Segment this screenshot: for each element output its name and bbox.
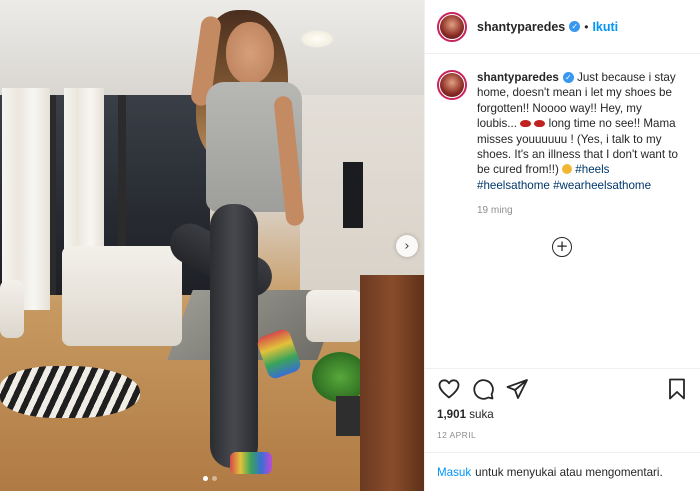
- caption: shantyparedes ✓ Just because i stay home,…: [425, 54, 700, 219]
- likes-summary[interactable]: 1,901 suka: [437, 408, 494, 421]
- instagram-post: › shantyparedes ✓ • Ikuti shantyparedes ✓…: [0, 0, 700, 491]
- avatar[interactable]: [437, 70, 467, 100]
- carousel-next-button[interactable]: ›: [396, 235, 418, 257]
- login-link[interactable]: Masuk: [437, 466, 471, 479]
- bookmark-icon[interactable]: [665, 377, 689, 401]
- header-separator: •: [584, 19, 589, 34]
- photo-sofa: [306, 290, 362, 342]
- hashtag-link[interactable]: #heelsathome: [477, 179, 550, 192]
- lips-icon: [520, 120, 532, 128]
- grinning-face-icon: [562, 164, 573, 175]
- photo-curtain: [2, 88, 50, 310]
- chevron-right-icon: ›: [404, 238, 410, 254]
- photo-cabinet: [360, 275, 424, 491]
- likes-count: 1,901: [437, 408, 467, 421]
- photo-sofa: [62, 246, 182, 346]
- avatar[interactable]: [437, 11, 467, 42]
- post-side-panel: shantyparedes ✓ • Ikuti shantyparedes ✓ J…: [424, 0, 700, 491]
- caption-time: 19 ming: [477, 205, 513, 217]
- header-username[interactable]: shantyparedes: [477, 20, 565, 34]
- follow-button[interactable]: Ikuti: [592, 20, 618, 34]
- post-photo[interactable]: ›: [0, 0, 424, 491]
- photo-person-face: [226, 22, 274, 84]
- post-date[interactable]: 12 APRIL: [437, 430, 476, 440]
- comment-icon[interactable]: [471, 377, 495, 401]
- carousel-dot: [212, 476, 217, 481]
- plus-circle-icon: +: [555, 237, 569, 255]
- photo-tv: [343, 162, 363, 228]
- post-header: shantyparedes ✓ • Ikuti: [425, 0, 700, 54]
- photo-person-shoe: [230, 452, 272, 474]
- caption-body: shantyparedes ✓ Just because i stay home,…: [477, 70, 683, 219]
- photo-person-leg: [210, 204, 258, 468]
- share-icon[interactable]: [505, 377, 529, 401]
- verified-badge-icon: ✓: [569, 21, 581, 32]
- hashtag-link[interactable]: #wearheelsathome: [553, 179, 651, 192]
- caption-username[interactable]: shantyparedes: [477, 71, 559, 84]
- login-prompt-text: untuk menyukai atau mengomentari.: [475, 465, 663, 479]
- lips-icon: [534, 120, 546, 128]
- likes-label: suka: [469, 408, 494, 421]
- carousel-dot-active: [203, 476, 208, 481]
- carousel-indicator: [203, 476, 217, 481]
- login-prompt: Masuk untuk menyukai atau mengomentari.: [425, 452, 700, 491]
- action-bar: [425, 368, 700, 408]
- photo-plant-pot: [336, 396, 360, 436]
- photo-zebra-rug: [0, 366, 140, 418]
- heart-icon[interactable]: [437, 377, 461, 401]
- photo-ceiling-light: [300, 30, 334, 48]
- load-comments-button[interactable]: +: [552, 237, 572, 257]
- verified-badge-icon: ✓: [562, 72, 574, 83]
- photo-sofa: [0, 280, 24, 338]
- hashtag-link[interactable]: #heels: [575, 163, 609, 176]
